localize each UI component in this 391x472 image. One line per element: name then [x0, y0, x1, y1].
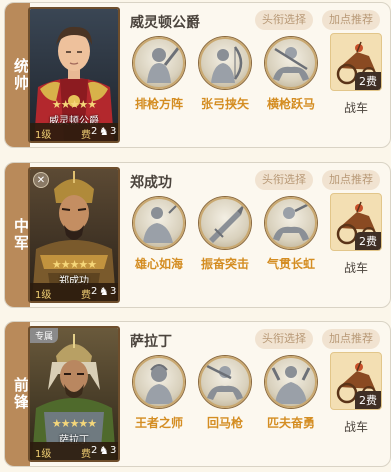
general-name: 威灵顿公爵	[130, 15, 200, 31]
skill-label: 气贯长虹	[266, 257, 315, 271]
title-select-button[interactable]: 头衔选择	[255, 10, 313, 30]
unit-value: 3	[110, 286, 117, 297]
chariot-label: 战车	[343, 420, 368, 434]
skill-icon	[133, 197, 185, 249]
cost-label: 费	[81, 290, 91, 301]
skill-slot-3[interactable]: 横枪跃马	[261, 37, 321, 112]
general-portrait[interactable]: ✕ ★★★★★ 郑成功 1级 费 2 ♞ 3	[28, 167, 120, 303]
skill-label: 排枪方阵	[134, 97, 183, 111]
skill-slot-3[interactable]: 气贯长虹	[261, 197, 321, 272]
general-name: 郑成功	[130, 175, 172, 191]
general-portrait[interactable]: ★★★★★ 威灵顿公爵 1级 费 2 ♞ 3	[28, 7, 120, 143]
level-text: 1级	[35, 290, 52, 301]
general-card-commander: 统帅 ★★★★★ 威灵顿公爵 1级 费 2 ♞ 3 威灵顿公爵 头衔选择 加点推…	[4, 2, 391, 148]
skill-icon	[265, 356, 317, 408]
cost-value: 2	[91, 445, 98, 456]
cost-label: 费	[81, 449, 91, 460]
skill-icon	[199, 356, 251, 408]
title-select-button[interactable]: 头衔选择	[255, 170, 313, 190]
star-rating: ★★★★★	[51, 258, 97, 271]
skill-icon	[265, 37, 317, 89]
skill-label: 雄心如海	[134, 257, 183, 271]
skill-slot-1[interactable]: 王者之师	[129, 356, 189, 431]
level-text: 1级	[35, 449, 52, 460]
close-icon: ✕	[33, 172, 49, 188]
chariot-label: 战车	[343, 101, 368, 115]
skill-slot-1[interactable]: 雄心如海	[129, 197, 189, 272]
chariot-cost-badge: 2费	[355, 391, 381, 409]
portrait-info-bar: 1级 费 2 ♞ 3	[30, 442, 118, 460]
skill-label: 振奋突击	[200, 257, 249, 271]
general-card-middle: 中军 ✕ ★★★★★ 郑成功 1级 费 2 ♞ 3 郑成功 头衔选择 加点推荐 …	[4, 162, 391, 308]
skill-label: 横枪跃马	[266, 97, 315, 111]
star-rating: ★★★★★	[51, 417, 97, 430]
chariot-label: 战车	[343, 261, 368, 275]
skill-icon	[265, 197, 317, 249]
portrait-info-bar: 1级 费 2 ♞ 3	[30, 283, 118, 301]
unit-value: 3	[110, 445, 117, 456]
general-name: 萨拉丁	[130, 334, 172, 350]
skill-slot-2[interactable]: 振奋突击	[195, 197, 255, 272]
title-select-button[interactable]: 头衔选择	[255, 329, 313, 349]
portrait-info-bar: 1级 费 2 ♞ 3	[30, 123, 118, 141]
star-rating: ★★★★★	[51, 98, 97, 111]
skill-label: 匹夫奋勇	[266, 416, 315, 430]
chariot-slot[interactable]: 2费	[330, 352, 382, 410]
cost-label: 费	[81, 130, 91, 141]
skill-slot-2[interactable]: 回马枪	[195, 356, 255, 431]
skill-slot-3[interactable]: 匹夫奋勇	[261, 356, 321, 431]
exclusive-badge: 专属	[30, 328, 59, 343]
skill-icon	[199, 197, 251, 249]
horse-icon: ♞	[99, 125, 109, 138]
skill-label: 回马枪	[206, 416, 243, 430]
chariot-cost-badge: 2费	[355, 232, 381, 250]
general-card-vanguard: 前锋 专属 ★★★★★ 萨拉丁 1级 费 2 ♞ 3 萨拉丁 头衔选择 加点推荐…	[4, 321, 391, 467]
position-label: 前锋	[12, 377, 30, 411]
chariot-slot[interactable]: 2费	[330, 193, 382, 251]
skill-icon	[133, 37, 185, 89]
level-text: 1级	[35, 130, 52, 141]
points-recommend-button[interactable]: 加点推荐	[322, 10, 380, 30]
horse-icon: ♞	[99, 444, 109, 457]
unit-value: 3	[110, 126, 117, 137]
chariot-cost-badge: 2费	[355, 72, 381, 90]
skill-label: 张弓挟矢	[200, 97, 249, 111]
skill-label: 王者之师	[134, 416, 183, 430]
horse-icon: ♞	[99, 285, 109, 298]
skill-icon	[133, 356, 185, 408]
points-recommend-button[interactable]: 加点推荐	[322, 329, 380, 349]
cost-value: 2	[91, 286, 98, 297]
points-recommend-button[interactable]: 加点推荐	[322, 170, 380, 190]
position-label: 中军	[12, 218, 30, 252]
general-portrait[interactable]: 专属 ★★★★★ 萨拉丁 1级 费 2 ♞ 3	[28, 326, 120, 462]
skill-slot-1[interactable]: 排枪方阵	[129, 37, 189, 112]
position-label: 统帅	[12, 58, 30, 92]
chariot-slot[interactable]: 2费	[330, 33, 382, 91]
skill-icon	[199, 37, 251, 89]
skill-slot-2[interactable]: 张弓挟矢	[195, 37, 255, 112]
cost-value: 2	[91, 126, 98, 137]
